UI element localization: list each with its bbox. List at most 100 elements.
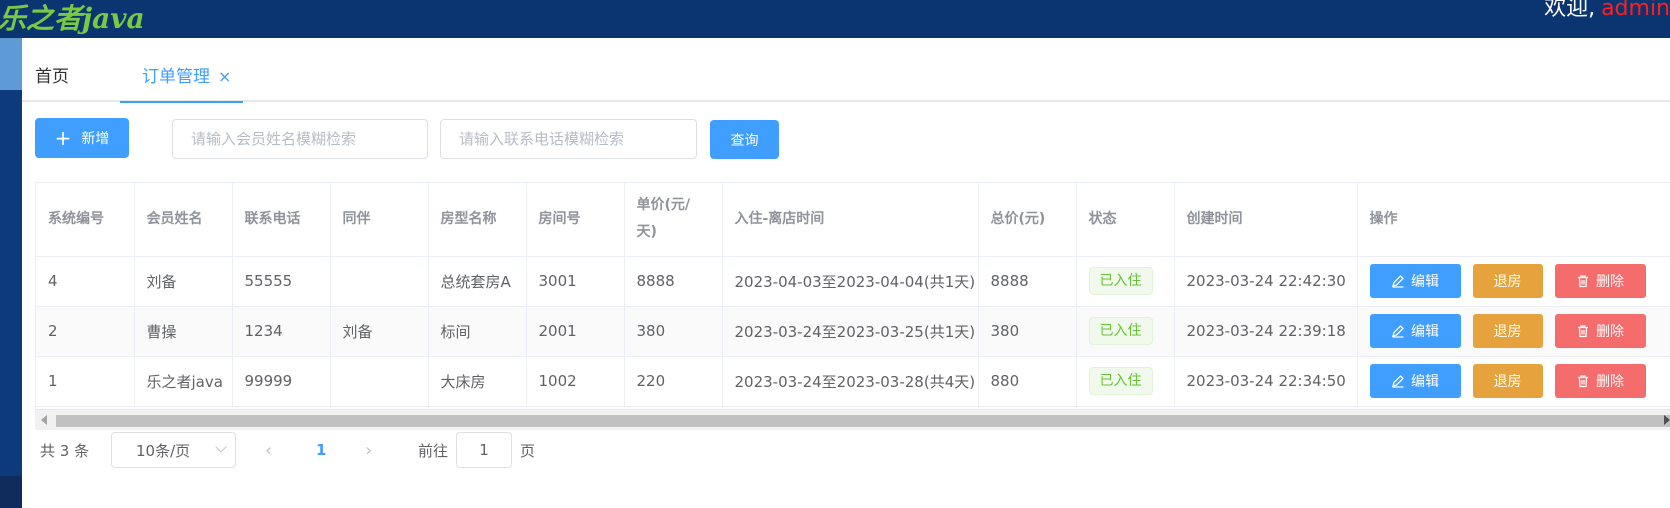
cell-stay-period: 2023-03-24至2023-03-25(共1天) (722, 306, 979, 357)
page-size-value: 10条/页 (136, 441, 191, 460)
sidebar-active-segment (0, 38, 22, 90)
table-row: 4 刘备 55555 总统套房A 3001 8888 2023-04-03至20… (36, 256, 1670, 307)
column-header: 状态 (1076, 183, 1175, 257)
status-badge: 已入住 (1088, 367, 1153, 395)
cell-member: 曹操 (134, 306, 233, 357)
welcome-text: 欢迎, (1544, 0, 1596, 21)
cell-unit-price: 8888 (624, 256, 723, 307)
trash-icon (1576, 324, 1590, 338)
edit-label: 编辑 (1411, 274, 1439, 290)
column-header: 房间号 (526, 183, 625, 257)
app-logo: 乐之者java (0, 2, 145, 35)
delete-button[interactable]: 删除 (1554, 364, 1646, 398)
column-header: 总价(元) (978, 183, 1077, 257)
cell-actions: 编辑 退房 删除 (1357, 306, 1670, 357)
sidebar-segment (0, 476, 22, 508)
phone-search-input[interactable] (440, 119, 697, 159)
cell-phone: 1234 (232, 306, 331, 357)
delete-label: 删除 (1596, 274, 1624, 290)
delete-button[interactable]: 删除 (1554, 264, 1646, 298)
goto-label: 前往 (418, 441, 449, 460)
cell-companion (330, 356, 429, 407)
pencil-icon (1391, 274, 1405, 288)
tab-bar: 首页 订单管理 × (22, 38, 1670, 103)
cell-member: 乐之者java (134, 356, 233, 407)
table-row: 2 曹操 1234 刘备 标间 2001 380 2023-03-24至2023… (36, 306, 1670, 357)
cell-created: 2023-03-24 22:39:18 (1174, 306, 1358, 357)
username-link[interactable]: admin (1601, 0, 1670, 21)
edit-label: 编辑 (1411, 374, 1439, 390)
status-badge: 已入住 (1088, 317, 1153, 345)
cell-total: 880 (978, 356, 1077, 407)
column-header: 入住-离店时间 (722, 183, 979, 257)
delete-label: 删除 (1596, 374, 1624, 390)
cell-companion: 刘备 (330, 306, 429, 357)
cell-unit-price: 220 (624, 356, 723, 407)
status-badge: 已入住 (1088, 267, 1153, 295)
top-header: 乐之者java 欢迎, admin (0, 0, 1670, 38)
tab-home[interactable]: 首页 (35, 62, 69, 87)
edit-label: 编辑 (1411, 324, 1439, 340)
trash-icon (1576, 374, 1590, 388)
cell-room-no: 2001 (526, 306, 625, 357)
cell-stay-period: 2023-04-03至2023-04-04(共1天) (722, 256, 979, 307)
table-row: 1 乐之者java 99999 大床房 1002 220 2023-03-24至… (36, 356, 1670, 407)
pagination: 共 3 条 10条/页 ‹ 1 › 前往 1 页 (40, 432, 640, 468)
column-header: 同伴 (330, 183, 429, 257)
cell-id: 4 (36, 256, 135, 307)
pencil-icon (1391, 374, 1405, 388)
pencil-icon (1391, 324, 1405, 338)
cell-total: 380 (978, 306, 1077, 357)
edit-button[interactable]: 编辑 (1369, 364, 1461, 398)
checkout-button[interactable]: 退房 (1472, 264, 1543, 298)
column-header: 单价(元/天) (624, 183, 723, 257)
cell-member: 刘备 (134, 256, 233, 307)
column-header: 系统编号 (36, 183, 135, 257)
cell-room-no: 3001 (526, 256, 625, 307)
prev-page-icon[interactable]: ‹ (265, 432, 272, 468)
page-size-select[interactable]: 10条/页 (111, 432, 236, 468)
close-icon[interactable]: × (218, 67, 231, 86)
cell-actions: 编辑 退房 删除 (1357, 356, 1670, 407)
tab-order-management[interactable]: 订单管理 × (120, 62, 244, 103)
cell-id: 1 (36, 356, 135, 407)
cell-unit-price: 380 (624, 306, 723, 357)
column-header: 会员姓名 (134, 183, 233, 257)
cell-actions: 编辑 退房 删除 (1357, 256, 1670, 307)
scroll-left-arrow-icon[interactable] (41, 415, 47, 425)
cell-phone: 99999 (232, 356, 331, 407)
sidebar-segment (0, 90, 22, 476)
welcome-area: 欢迎, admin (1544, 0, 1670, 22)
checkout-button[interactable]: 退房 (1472, 364, 1543, 398)
horizontal-scrollbar[interactable] (35, 409, 1670, 430)
scroll-right-arrow-icon[interactable] (1664, 415, 1670, 425)
column-header: 联系电话 (232, 183, 331, 257)
tab-order-management-label: 订单管理 (142, 67, 210, 87)
add-button[interactable]: + 新增 (35, 118, 129, 158)
orders-table: 系统编号 会员姓名 联系电话 同伴 房型名称 房间号 单价(元/天) 入住-离店… (35, 182, 1670, 430)
add-button-label: 新增 (81, 131, 110, 147)
cell-status: 已入住 (1076, 306, 1175, 357)
checkout-button[interactable]: 退房 (1472, 314, 1543, 348)
cell-room-type: 标间 (428, 306, 527, 357)
column-header: 房型名称 (428, 183, 527, 257)
query-button[interactable]: 查询 (710, 120, 779, 159)
cell-total: 8888 (978, 256, 1077, 307)
page-number-current[interactable]: 1 (316, 432, 326, 468)
next-page-icon[interactable]: › (365, 432, 372, 468)
delete-button[interactable]: 删除 (1554, 314, 1646, 348)
edit-button[interactable]: 编辑 (1369, 264, 1461, 298)
table-header-row: 系统编号 会员姓名 联系电话 同伴 房型名称 房间号 单价(元/天) 入住-离店… (36, 183, 1670, 257)
column-header: 操作 (1357, 183, 1670, 257)
cell-status: 已入住 (1076, 256, 1175, 307)
member-name-search-input[interactable] (172, 119, 428, 159)
edit-button[interactable]: 编辑 (1369, 314, 1461, 348)
cell-status: 已入住 (1076, 356, 1175, 407)
scrollbar-thumb[interactable] (56, 415, 1670, 427)
cell-phone: 55555 (232, 256, 331, 307)
cell-stay-period: 2023-03-24至2023-03-28(共4天) (722, 356, 979, 407)
page-unit-label: 页 (520, 441, 536, 460)
cell-created: 2023-03-24 22:42:30 (1174, 256, 1358, 307)
page-jump-input[interactable]: 1 (456, 432, 512, 468)
cell-room-type: 大床房 (428, 356, 527, 407)
